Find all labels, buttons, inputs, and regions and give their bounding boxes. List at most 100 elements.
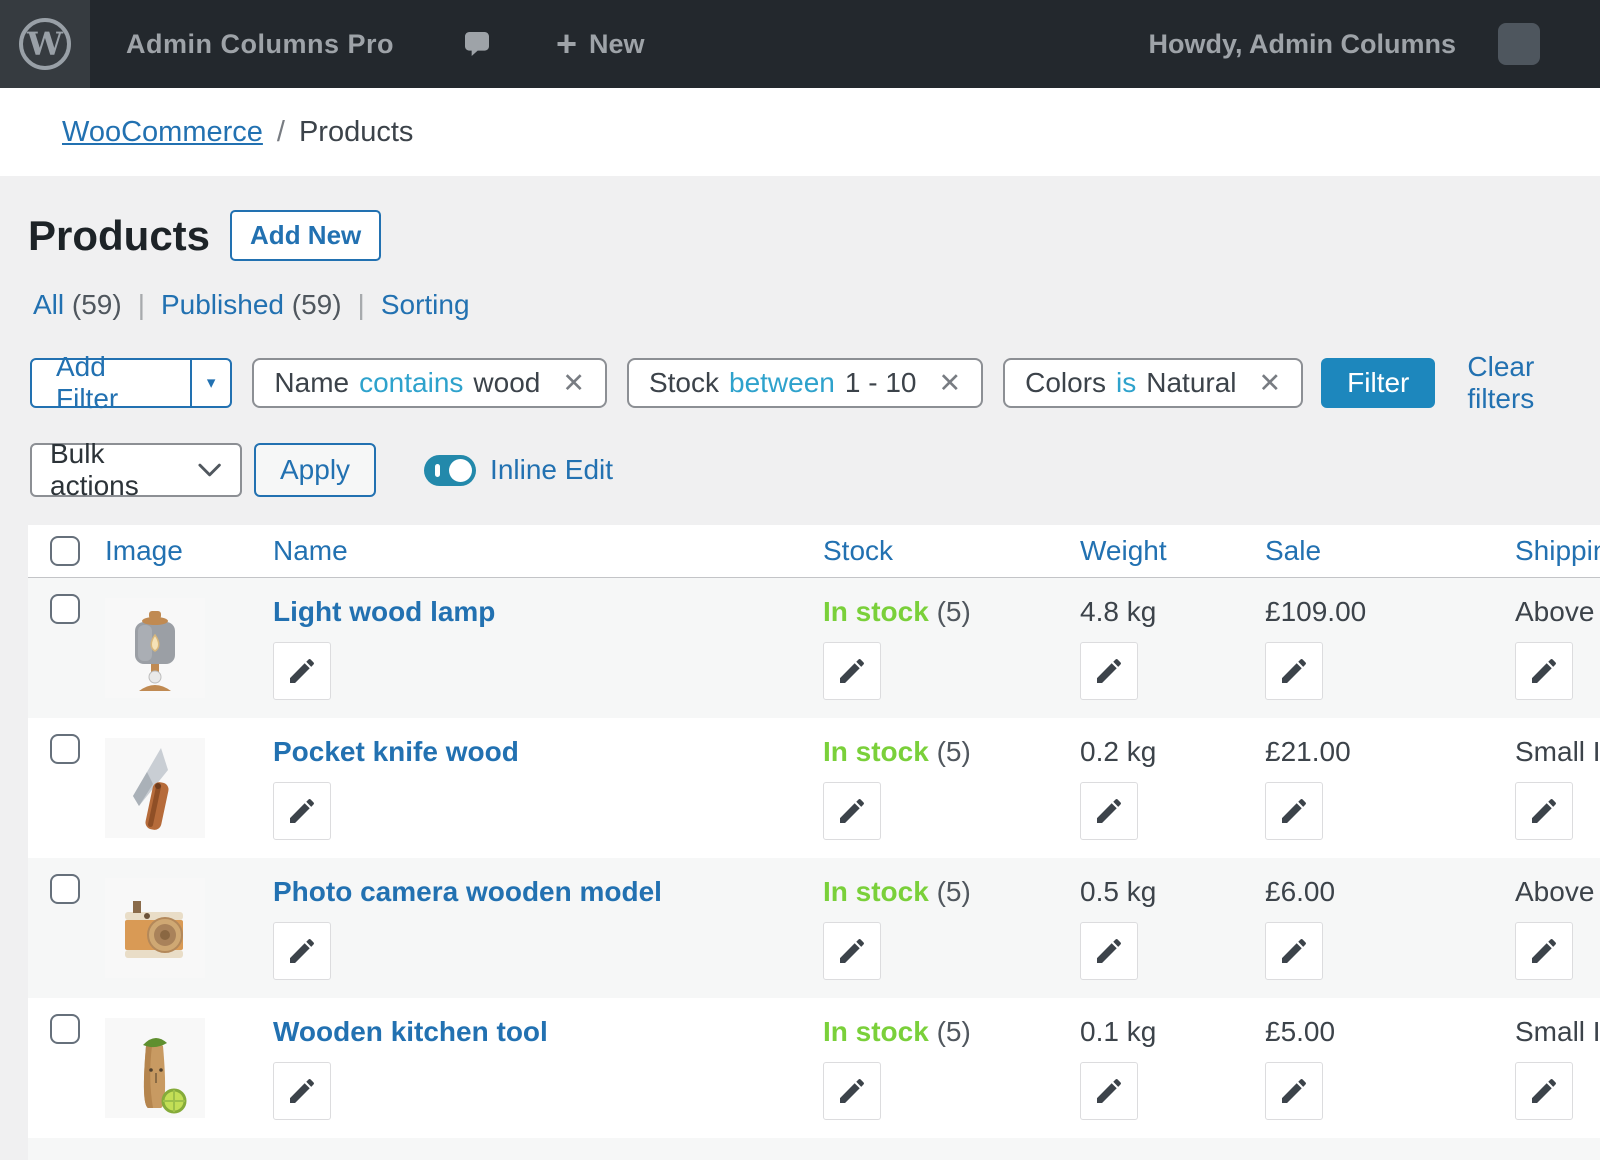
column-header-sale[interactable]: Sale (1265, 535, 1515, 567)
edit-shipping-button[interactable] (1515, 642, 1573, 700)
product-name-link[interactable]: Light wood lamp (273, 594, 495, 630)
column-header-shipping[interactable]: Shipping (1515, 535, 1600, 567)
sale-cell: £5.00 (1265, 998, 1515, 1138)
row-checkbox[interactable] (50, 734, 80, 764)
camera-product-image[interactable] (105, 878, 205, 978)
edit-name-button[interactable] (273, 782, 331, 840)
edit-sale-button[interactable] (1265, 782, 1323, 840)
edit-sale-button[interactable] (1265, 922, 1323, 980)
edit-weight-button[interactable] (1080, 782, 1138, 840)
add-new-button[interactable]: Add New (230, 210, 381, 261)
admin-bar-new-button[interactable]: + New (556, 26, 645, 62)
pencil-icon (836, 655, 868, 687)
pencil-icon (1278, 795, 1310, 827)
column-header-image[interactable]: Image (105, 535, 273, 567)
row-checkbox[interactable] (50, 874, 80, 904)
checkbox-cell (28, 858, 105, 998)
column-header-stock[interactable]: Stock (823, 535, 1080, 567)
edit-shipping-button[interactable] (1515, 1062, 1573, 1120)
add-filter-split-button: Add Filter ▾ (30, 358, 232, 408)
filter-chip-colors[interactable]: Colors is Natural ✕ (1003, 358, 1303, 408)
view-separator: | (138, 289, 145, 321)
view-sorting-link[interactable]: Sorting (381, 289, 470, 321)
column-header-name[interactable]: Name (273, 535, 823, 567)
product-name-link[interactable]: Pocket knife wood (273, 734, 519, 770)
chip-field: Name (274, 367, 349, 399)
view-published-link[interactable]: Published (161, 289, 284, 320)
row-checkbox[interactable] (50, 1014, 80, 1044)
view-published: Published (59) (161, 289, 342, 321)
image-cell (105, 578, 273, 718)
edit-weight-button[interactable] (1080, 922, 1138, 980)
kitchen-tool-product-image[interactable] (105, 1018, 205, 1118)
wordpress-admin-page: W Admin Columns Pro + New Howdy, Admin C… (0, 0, 1600, 1160)
breadcrumb-woocommerce-link[interactable]: WooCommerce (62, 116, 263, 149)
pencil-icon (836, 935, 868, 967)
inline-edit-toggle[interactable] (424, 455, 476, 486)
stock-status: In stock (823, 1016, 929, 1047)
product-name-link[interactable]: Photo camera wooden model (273, 874, 662, 910)
column-header-weight[interactable]: Weight (1080, 535, 1265, 567)
wordpress-menu-button[interactable]: W (0, 0, 90, 88)
howdy-text[interactable]: Howdy, Admin Columns (1149, 29, 1457, 60)
table-header-row: Image Name Stock Weight Sale Shipping (28, 525, 1600, 578)
admin-bar: W Admin Columns Pro + New Howdy, Admin C… (0, 0, 1600, 88)
weight-cell: 0.1 kg (1080, 998, 1265, 1138)
select-all-checkbox[interactable] (50, 536, 80, 566)
sale-value: £21.00 (1265, 734, 1515, 770)
toggle-on-mark (435, 464, 440, 477)
edit-stock-button[interactable] (823, 782, 881, 840)
edit-shipping-button[interactable] (1515, 782, 1573, 840)
pencil-icon (836, 795, 868, 827)
view-all-count: (59) (72, 289, 122, 320)
stock-cell: In stock (5) (823, 578, 1080, 718)
filter-submit-button[interactable]: Filter (1321, 358, 1435, 408)
edit-stock-button[interactable] (823, 922, 881, 980)
avatar[interactable] (1498, 23, 1540, 65)
bulk-actions-selected-value: Bulk actions (50, 438, 197, 502)
filter-chip-name[interactable]: Name contains wood ✕ (252, 358, 607, 408)
view-all-link[interactable]: All (33, 289, 64, 320)
admin-bar-account: Howdy, Admin Columns (1149, 23, 1600, 65)
name-cell: Pocket knife wood (273, 718, 823, 858)
clear-filters-link[interactable]: Clear filters (1467, 351, 1600, 415)
knife-product-image[interactable] (105, 738, 205, 838)
filter-chip-stock[interactable]: Stock between 1 - 10 ✕ (627, 358, 983, 408)
comments-icon[interactable] (460, 28, 494, 60)
edit-shipping-button[interactable] (1515, 922, 1573, 980)
edit-weight-button[interactable] (1080, 642, 1138, 700)
name-cell: Photo camera wooden model (273, 858, 823, 998)
chip-value: Natural (1146, 367, 1236, 399)
remove-filter-icon[interactable]: ✕ (1259, 368, 1282, 399)
edit-name-button[interactable] (273, 1062, 331, 1120)
lamp-product-image[interactable] (105, 598, 205, 698)
row-checkbox[interactable] (50, 594, 80, 624)
products-table: Image Name Stock Weight Sale Shipping Li… (28, 525, 1600, 1160)
caret-down-icon: ▾ (207, 373, 216, 393)
apply-button[interactable]: Apply (254, 443, 376, 497)
edit-stock-button[interactable] (823, 1062, 881, 1120)
wordpress-logo-icon: W (19, 18, 71, 70)
checkbox-cell (28, 998, 105, 1138)
image-cell (105, 718, 273, 858)
edit-sale-button[interactable] (1265, 1062, 1323, 1120)
edit-name-button[interactable] (273, 642, 331, 700)
product-name-link[interactable]: Wooden kitchen tool (273, 1014, 548, 1050)
pencil-icon (1278, 935, 1310, 967)
stock-status: In stock (823, 596, 929, 627)
pencil-icon (286, 935, 318, 967)
table-body: Light wood lamp In stock (5) 4.8 kg £109… (28, 578, 1600, 1138)
edit-stock-button[interactable] (823, 642, 881, 700)
add-filter-button[interactable]: Add Filter (32, 360, 190, 406)
edit-weight-button[interactable] (1080, 1062, 1138, 1120)
edit-name-button[interactable] (273, 922, 331, 980)
remove-filter-icon[interactable]: ✕ (938, 368, 961, 399)
edit-sale-button[interactable] (1265, 642, 1323, 700)
bulk-actions-select[interactable]: Bulk actions (30, 443, 242, 497)
remove-filter-icon[interactable]: ✕ (562, 368, 585, 399)
pencil-icon (286, 1075, 318, 1107)
sale-cell: £6.00 (1265, 858, 1515, 998)
table-row: Photo camera wooden model In stock (5) 0… (28, 858, 1600, 998)
admin-bar-site-name[interactable]: Admin Columns Pro (126, 29, 394, 60)
add-filter-dropdown-button[interactable]: ▾ (190, 360, 231, 406)
